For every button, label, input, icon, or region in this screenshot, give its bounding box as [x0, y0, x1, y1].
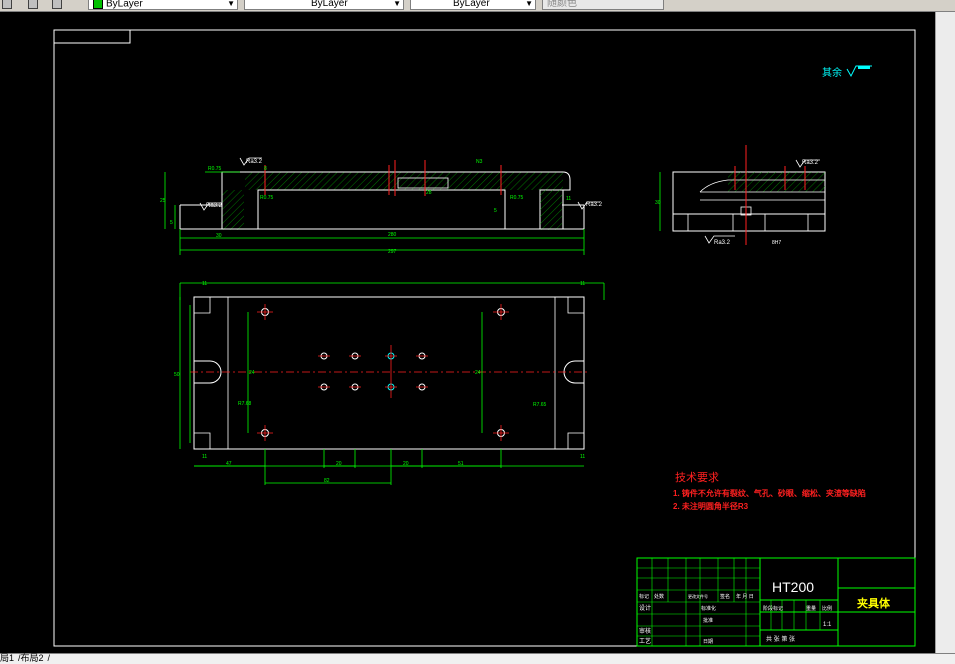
roughness-c: Ra3.2 — [586, 202, 603, 208]
chevron-down-icon: ▼ — [227, 0, 235, 8]
match-properties-icon[interactable] — [2, 0, 12, 9]
plotstyle-dropdown[interactable]: 随颜色 — [542, 0, 664, 10]
row-label-2: 审核 — [639, 627, 651, 635]
dim-right-small: 11 — [566, 196, 571, 202]
stage-label-2: 重量 — [806, 605, 816, 612]
roughness-a: Ra3.2 — [246, 159, 263, 165]
stage-label-1: 阶段标记 — [763, 605, 783, 612]
mid-label-1: 标准化 — [701, 605, 716, 612]
dim-r-left: R0.75 — [260, 195, 274, 201]
dim-h-right: 5 — [494, 208, 497, 214]
layer-states-icon[interactable] — [52, 0, 62, 9]
top-dim-left-h: 50 — [174, 372, 180, 378]
corner-label-box — [53, 29, 131, 44]
front-view: R0.75 8 N3 25 5 R0.75 R0.75 5 11 30 280 … — [160, 157, 603, 255]
title-block: HT200 夹具体 1:1 标记 处数 更改文件号 签名 年 月 日 设计 审核… — [636, 557, 916, 647]
vertical-scrollbar[interactable] — [935, 12, 955, 653]
chevron-down-icon: ▼ — [525, 0, 533, 8]
top-dim-inner-right: 24 — [475, 370, 481, 376]
top-view: 11 11 50 24 24 R7.68 R7.65 11 11 47 20 2… — [174, 281, 605, 485]
color-dropdown[interactable]: ByLayer ▼ — [88, 0, 238, 10]
layout-tabs: 局1/布局2/ — [0, 653, 955, 664]
header-label-4: 签名 — [720, 593, 730, 600]
linetype-value: ByLayer — [311, 0, 348, 9]
tab-layout1[interactable]: 局1 — [0, 653, 14, 663]
header-label-5: 年 月 日 — [736, 593, 754, 600]
chevron-down-icon: ▼ — [393, 0, 401, 8]
dim-h2: 28 — [426, 190, 432, 196]
surface-finish-note: 其余 — [822, 66, 842, 79]
dim-297: 297 — [388, 249, 397, 255]
dim-r-left-top: R0.75 — [208, 166, 222, 172]
top-dim-t2: 11 — [580, 281, 585, 287]
sheet-label: 共 张 第 张 — [766, 635, 795, 643]
dim-w1: 8 — [264, 166, 267, 172]
top-dim-82: 82 — [324, 478, 330, 484]
tech-req-line2: 2. 未注明圆角半径R3 — [673, 501, 749, 511]
paper-frame — [53, 29, 916, 647]
top-dim-20b: 20 — [403, 461, 409, 467]
roughness-b: Ra3.2 — [206, 203, 223, 209]
hole-markers — [257, 304, 509, 441]
dim-r-right: R0.75 — [510, 195, 524, 201]
tech-req-line1: 1. 铸件不允许有裂纹、气孔、砂眼、缩松、夹渣等缺陷 — [673, 488, 866, 498]
dim-inner: 30 — [216, 233, 222, 239]
stage-label-3: 比例 — [822, 605, 832, 612]
drawing-canvas[interactable]: 其余 R0.75 8 N3 25 5 R0.75 R0.75 5 11 30 2… — [0, 12, 935, 653]
dim-left-small: 5 — [170, 220, 173, 226]
top-dim-47: 47 — [226, 461, 232, 467]
top-dim-inner-left: 24 — [249, 370, 255, 376]
scale-text: 1:1 — [823, 622, 832, 628]
lineweight-value: ByLayer — [453, 0, 490, 9]
top-dim-r-left: R7.68 — [238, 401, 252, 407]
dim-h-left: 25 — [160, 198, 166, 204]
row-label-1: 设计 — [639, 604, 651, 612]
cad-drawing: 其余 R0.75 8 N3 25 5 R0.75 R0.75 5 11 30 2… — [53, 29, 916, 647]
technical-requirements: 技术要求 1. 铸件不允许有裂纹、气孔、砂眼、缩松、夹渣等缺陷 2. 未注明圆角… — [673, 471, 866, 511]
side-view: 30 Ra3.2 Ra3.2 8H7 — [655, 145, 826, 246]
lineweight-dropdown[interactable]: ByLayer ▼ — [410, 0, 536, 10]
mid-label-3: 日期 — [703, 639, 713, 645]
top-dim-t1: 11 — [202, 281, 207, 287]
top-dim-b11: 11 — [202, 454, 207, 460]
side-dim-h: 30 — [655, 200, 661, 206]
mid-label-2: 批准 — [703, 617, 713, 624]
plotstyle-value: 随颜色 — [547, 0, 577, 9]
header-label-3: 更改文件号 — [688, 593, 708, 599]
layer-color-swatch — [93, 0, 103, 9]
row-label-3: 工艺 — [639, 637, 651, 645]
top-dim-b12: 11 — [580, 454, 585, 460]
tab-layout2[interactable]: 布局2 — [21, 653, 44, 663]
tech-req-title: 技术要求 — [675, 471, 719, 484]
properties-toolbar: ByLayer ▼ ByLayer ▼ ByLayer ▼ 随颜色 — [0, 0, 955, 12]
top-dim-20a: 20 — [336, 461, 342, 467]
material-text: HT200 — [772, 579, 814, 595]
side-note: 8H7 — [772, 240, 781, 246]
dim-w2: N3 — [476, 159, 483, 165]
layer-previous-icon[interactable] — [28, 0, 38, 9]
header-label-1: 标记 — [639, 593, 649, 600]
linetype-dropdown[interactable]: ByLayer ▼ — [244, 0, 404, 10]
side-roughness-top: Ra3.2 — [802, 160, 819, 166]
top-dim-51: 51 — [458, 461, 464, 467]
side-roughness-bottom: Ra3.2 — [714, 240, 731, 246]
top-dim-r-right: R7.65 — [533, 402, 547, 408]
part-name-text: 夹具体 — [857, 596, 891, 610]
color-value: ByLayer — [106, 0, 143, 10]
header-label-2: 处数 — [654, 593, 664, 600]
dim-280: 280 — [388, 232, 397, 238]
